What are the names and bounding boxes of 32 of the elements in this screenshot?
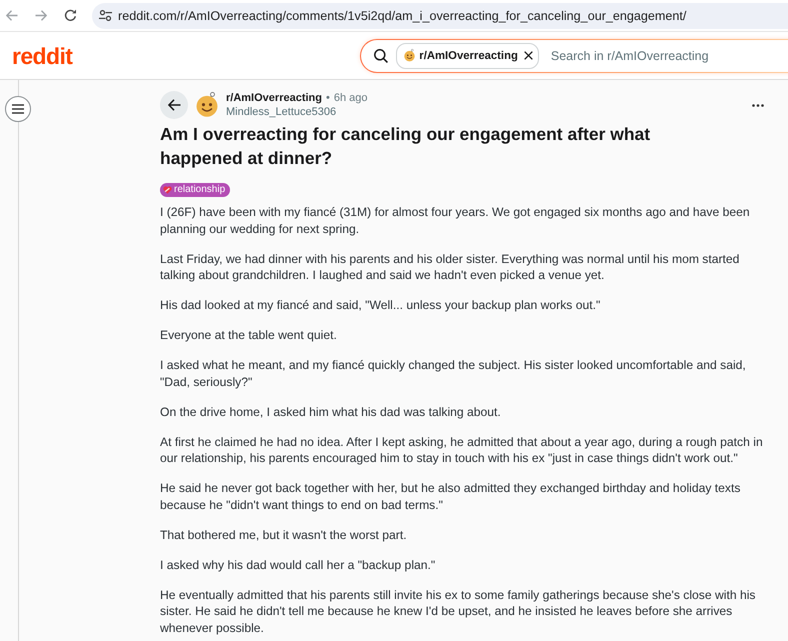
post-paragraph: His dad looked at my fiancé and said, "Well... unless your backup plan works out." [160, 297, 602, 314]
post-paragraph: He eventually admitted that his parents still invite his ex to some family gatherings because she's close with his sister. He said he didn't tell me because he knew I'd be upset, and he insisted he leaves before she arrives whenever possible. [160, 586, 756, 636]
search-icon [374, 48, 388, 62]
post-paragraph: At first he claimed he had no idea. After I kept asking, he admitted that about a year ago, during a rough patch in our relationship, his parents encouraged him to stay in touch with his ex "just in case things didn't work out." [160, 434, 764, 466]
arrow-left-icon [168, 99, 180, 111]
tune-icon[interactable] [99, 10, 112, 21]
back-button[interactable] [160, 91, 188, 119]
community-chip[interactable]: r/AmIOverreacting [396, 42, 539, 68]
smiley-icon [404, 49, 416, 62]
post-paragraph: I asked why his dad would call her a "backup plan." [160, 556, 436, 573]
reload-icon[interactable] [64, 9, 77, 22]
more-icon[interactable] [752, 104, 764, 106]
menu-button[interactable] [5, 96, 31, 122]
post-paragraph: Everyone at the table went quiet. [160, 327, 338, 344]
post-paragraph: I asked what he meant, and my fiancé quickly changed the subject. His sister looked uncomfortable and said, "Dad, seriously?" [160, 357, 747, 390]
heart-icon [163, 186, 172, 194]
flair-tag[interactable]: relationship [160, 183, 230, 197]
author-link[interactable]: Mindless_Lettuce5306 [226, 106, 368, 118]
post-paragraph: On the drive home, I asked him what his dad was talking about. [160, 404, 502, 420]
search-field[interactable]: r/AmIOverreacting Search in r/AmIOverreacting [360, 38, 788, 72]
menu-icon [12, 104, 24, 114]
post-time: 6h ago [334, 92, 368, 104]
subreddit-link[interactable]: r/AmIOverreacting [226, 92, 322, 104]
smiley-icon [196, 92, 218, 118]
post-paragraph: Last Friday, we had dinner with his parents and his older sister. Everything was normal until his mom started talking about grandchildren. I laughed and said we hadn't even picked a venue yet. [160, 250, 740, 284]
address-bar[interactable]: reddit.com/r/AmIOverreacting/comments/1v5i2qd/am_i_overreacting_for_canceling_our_engagement/ [92, 2, 788, 28]
post-paragraph: That bothered me, but it wasn't the worst part. [160, 526, 408, 543]
post-paragraph: I (26F) have been with my fiancé (31M) for almost four years. We got engaged six months ago and have been planning our wedding for next spring. [160, 204, 751, 237]
meta-separator: • [326, 92, 330, 104]
post-title: Am I overreacting for canceling our engagement after what happened at dinner? [160, 123, 652, 170]
close-icon[interactable] [524, 51, 533, 60]
post-paragraph: He said he never got back together with her, but he also admitted they exchanged birthday and holiday texts because he "didn't want things to end on bad terms." [160, 480, 742, 513]
